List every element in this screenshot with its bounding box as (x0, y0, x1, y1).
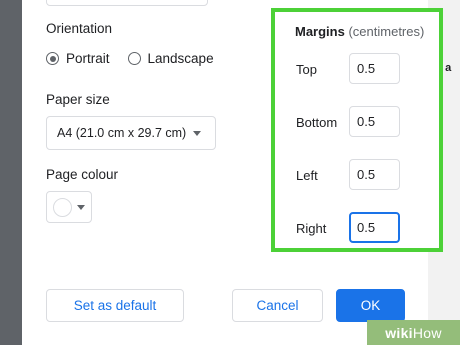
margins-panel: Margins (centimetres) Top Bottom Left Ri… (271, 8, 443, 252)
margin-right-label: Right (296, 221, 327, 236)
landscape-label[interactable]: Landscape (148, 51, 214, 66)
cancel-button[interactable]: Cancel (232, 289, 323, 322)
set-as-default-button[interactable]: Set as default (46, 289, 184, 322)
page-setup-dialog: Orientation Portrait Landscape Paper siz… (22, 0, 443, 345)
portrait-label[interactable]: Portrait (66, 51, 110, 66)
radio-dot-icon (49, 55, 56, 62)
page-colour-picker[interactable] (46, 191, 92, 223)
margin-right-input[interactable] (349, 212, 400, 243)
portrait-radio[interactable] (46, 52, 59, 65)
wikihow-watermark: wiki How (367, 320, 460, 345)
margin-left-input[interactable] (349, 159, 400, 190)
margin-left-label: Left (296, 168, 318, 183)
paper-size-select[interactable]: A4 (21.0 cm x 29.7 cm) (46, 116, 216, 150)
margins-heading: Margins (centimetres) (295, 24, 424, 39)
top-cropped-field (46, 0, 208, 6)
chevron-down-icon (77, 204, 85, 210)
orientation-title: Orientation (46, 21, 113, 36)
margin-bottom-label: Bottom (296, 115, 338, 130)
watermark-brand-bold: wiki (385, 324, 413, 341)
colour-swatch (53, 197, 72, 217)
margin-bottom-input[interactable] (349, 106, 400, 137)
paper-size-title: Paper size (46, 92, 110, 107)
margin-top-label: Top (296, 62, 317, 77)
orientation-options: Portrait Landscape (46, 51, 232, 66)
ok-button[interactable]: OK (336, 289, 405, 322)
landscape-radio[interactable] (127, 52, 141, 65)
paper-size-value: A4 (21.0 cm x 29.7 cm) (57, 126, 187, 140)
margins-unit: (centimetres) (348, 24, 425, 39)
margins-title: Margins (295, 24, 345, 39)
page-colour-title: Page colour (46, 167, 119, 182)
margin-top-input[interactable] (349, 53, 400, 84)
watermark-brand-light: How (412, 324, 442, 341)
chevron-down-icon (193, 130, 202, 136)
